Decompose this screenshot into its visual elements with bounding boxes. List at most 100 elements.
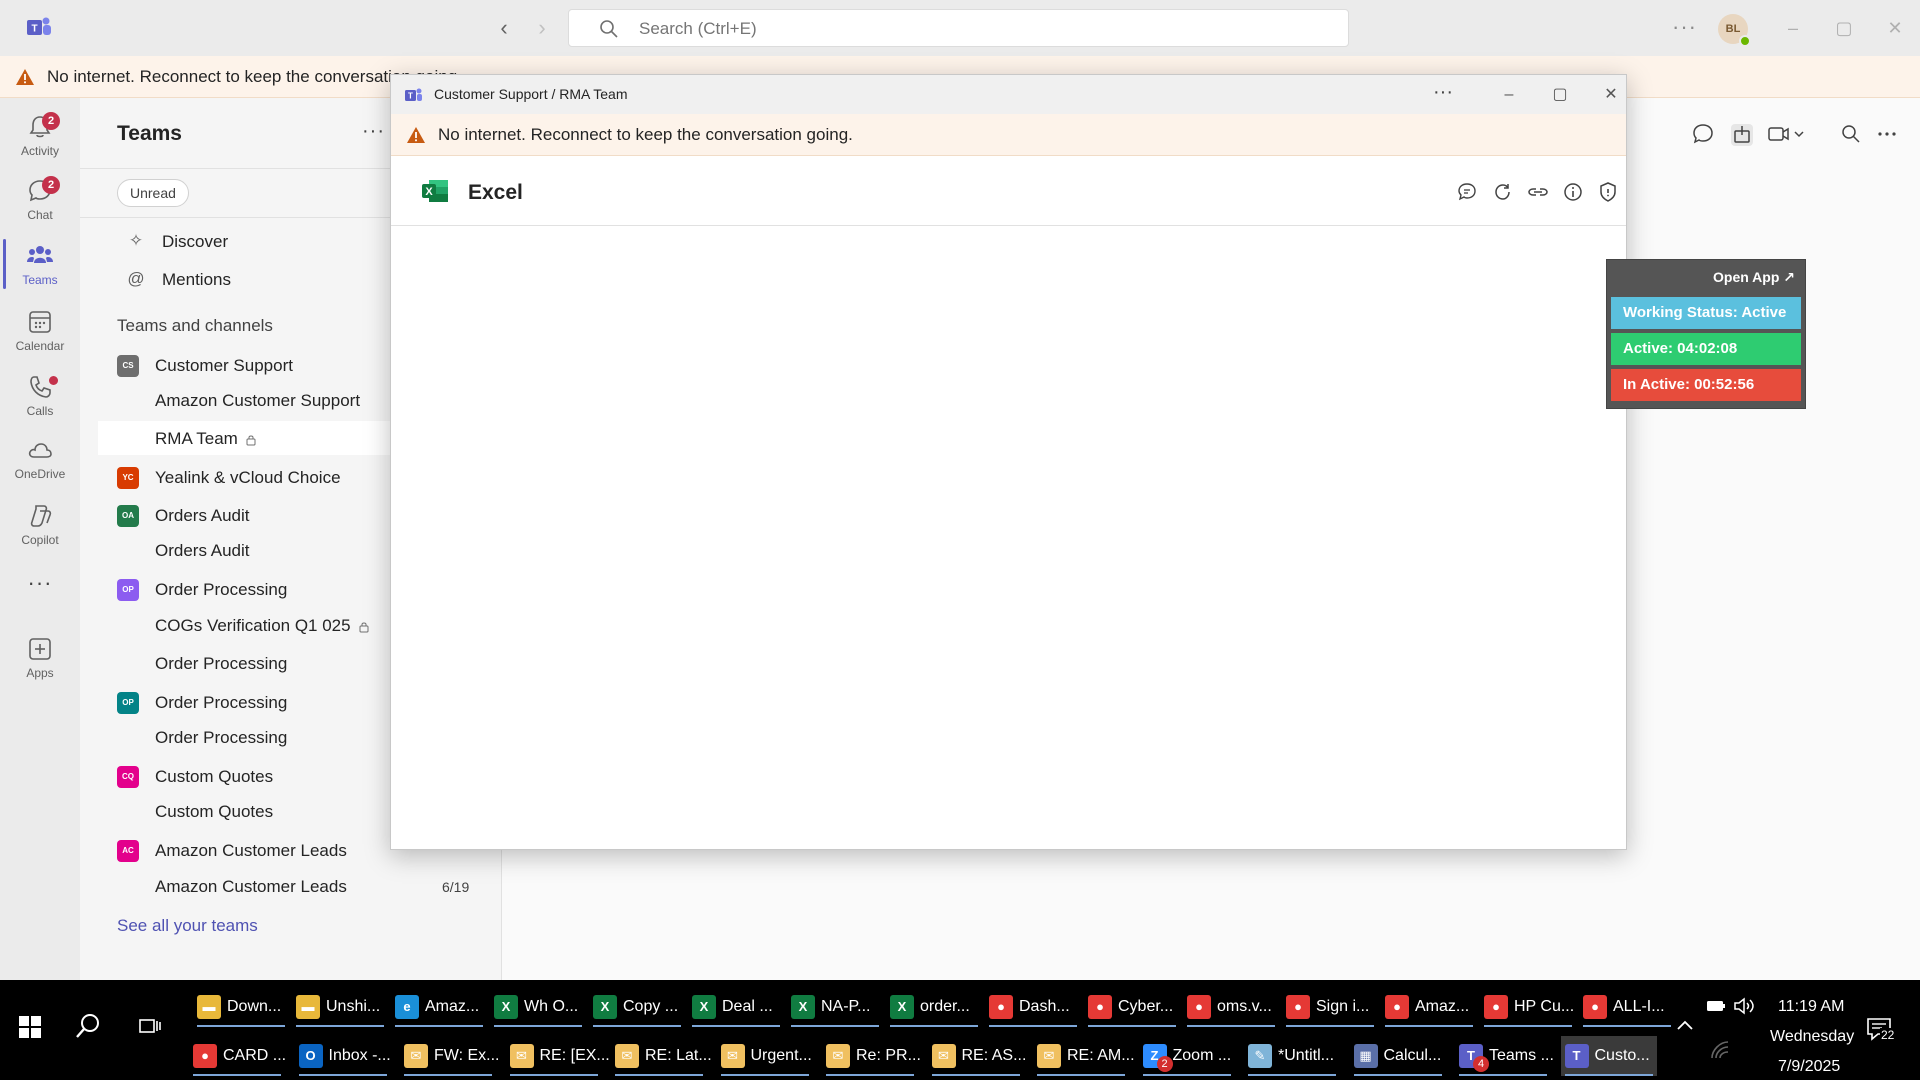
search-input[interactable] xyxy=(639,18,1239,40)
avatar[interactable]: BL xyxy=(1718,14,1751,47)
taskbar-button[interactable]: ✉ RE: AM... xyxy=(1033,1036,1135,1076)
taskbar-button[interactable]: e Amaz... xyxy=(391,987,487,1027)
lock-icon xyxy=(359,622,369,633)
taskbar-button[interactable]: T Custo... xyxy=(1560,1036,1657,1076)
taskbar-button[interactable]: X NA-P... xyxy=(787,987,883,1027)
more-options-icon[interactable] xyxy=(1874,121,1900,147)
folder-icon: ▬ xyxy=(197,995,221,1019)
taskbar-button[interactable]: Z 2 Zoom ... xyxy=(1139,1036,1235,1076)
channel-item[interactable]: Amazon Customer Leads 6/19 xyxy=(80,869,502,903)
team-name: Amazon Customer Leads xyxy=(155,841,347,860)
shield-icon[interactable] xyxy=(1597,181,1619,203)
rail-item-calendar[interactable]: Calendar xyxy=(0,301,80,361)
team-avatar: CQ xyxy=(117,766,139,788)
chat-icon[interactable] xyxy=(1690,121,1716,147)
edge-icon: e xyxy=(395,995,419,1019)
channel-name: Orders Audit xyxy=(155,541,250,560)
clock-time[interactable]: 11:19 AM xyxy=(1778,998,1844,1016)
share-tray-icon[interactable] xyxy=(1728,121,1754,147)
teams-icon xyxy=(27,246,53,263)
taskbar-button[interactable]: T 4 Teams ... xyxy=(1455,1036,1554,1076)
excel-icon: X xyxy=(791,995,815,1019)
teams-logo-icon: T xyxy=(27,17,51,35)
taskbar-button[interactable]: ✉ Urgent... xyxy=(717,1036,813,1076)
taskbar-button[interactable]: ▬ Unshi... xyxy=(292,987,388,1027)
rail-item-copilot[interactable]: Copilot xyxy=(0,495,80,555)
search-icon[interactable] xyxy=(74,1012,102,1040)
popout-close-button[interactable]: ✕ xyxy=(1599,83,1623,107)
chat-icon[interactable] xyxy=(1456,181,1478,203)
taskbar-button[interactable]: ● Dash... xyxy=(985,987,1081,1027)
search-icon[interactable] xyxy=(1838,121,1864,147)
maximize-button[interactable]: ▢ xyxy=(1829,14,1859,42)
rail-item-more[interactable]: ··· xyxy=(0,568,80,608)
taskbar-button[interactable]: X Deal ... xyxy=(688,987,784,1027)
excel-icon: X xyxy=(494,995,518,1019)
settings-more-button[interactable]: ··· xyxy=(1672,14,1697,40)
rail-item-apps[interactable]: Apps xyxy=(0,628,80,688)
taskbar-button[interactable]: ▬ Down... xyxy=(193,987,289,1027)
open-app-button[interactable]: Open App ↗ xyxy=(1713,269,1795,286)
panel-title: Teams xyxy=(117,122,182,145)
clock-day[interactable]: Wednesday xyxy=(1770,1028,1854,1046)
forward-arrow-icon[interactable]: › xyxy=(530,16,554,40)
clock-date[interactable]: 7/9/2025 xyxy=(1778,1058,1840,1076)
search-box[interactable] xyxy=(568,9,1349,47)
offline-banner: No internet. Reconnect to keep the conve… xyxy=(391,114,1626,156)
team-avatar: AC xyxy=(117,840,139,862)
avatar-initials: BL xyxy=(1725,23,1741,35)
volume-icon[interactable] xyxy=(1732,994,1758,1018)
see-all-teams-link[interactable]: See all your teams xyxy=(117,916,258,936)
close-button[interactable]: ✕ xyxy=(1880,14,1910,42)
popout-maximize-button[interactable]: ▢ xyxy=(1548,83,1572,107)
taskbar-button[interactable]: ✉ RE: [EX... xyxy=(506,1036,610,1076)
taskbar-button[interactable]: ● Sign i... xyxy=(1282,987,1378,1027)
rail-label: Teams xyxy=(22,273,58,287)
taskbar: ▬ Down... ▬ Unshi... e Amaz... X Wh O... X Copy .… xyxy=(0,980,1920,1080)
rail-item-onedrive[interactable]: OneDrive xyxy=(0,429,80,489)
video-call-icon[interactable] xyxy=(1766,121,1806,147)
taskbar-button[interactable]: ✉ Re: PR... xyxy=(822,1036,921,1076)
mentions-label: Mentions xyxy=(162,270,231,289)
taskbar-button[interactable]: ✉ RE: Lat... xyxy=(611,1036,712,1076)
taskbar-button[interactable]: ✉ RE: AS... xyxy=(928,1036,1026,1076)
taskbar-button-label: Wh O... xyxy=(524,998,579,1015)
taskbar-button[interactable]: ● ALL-I... xyxy=(1579,987,1675,1027)
wifi-icon[interactable] xyxy=(1708,1038,1732,1062)
popout-more-button[interactable]: ··· xyxy=(1433,81,1453,104)
sparkle-icon: ✧ xyxy=(128,231,144,250)
rail-item-teams[interactable]: Teams xyxy=(0,235,80,295)
taskbar-button[interactable]: ● CARD ... xyxy=(189,1036,286,1076)
unread-filter-chip[interactable]: Unread xyxy=(117,179,189,207)
taskbar-button[interactable]: ● Amaz... xyxy=(1381,987,1477,1027)
refresh-icon[interactable] xyxy=(1492,181,1514,203)
rail-item-chat[interactable]: 2 Chat xyxy=(0,170,80,230)
rail-item-activity[interactable]: 2 Activity xyxy=(0,106,80,166)
folder-icon: ▬ xyxy=(296,995,320,1019)
taskbar-button-label: NA-P... xyxy=(821,998,871,1015)
team-name: Custom Quotes xyxy=(155,767,274,786)
panel-more-button[interactable]: ··· xyxy=(362,120,385,143)
taskbar-button[interactable]: X Copy ... xyxy=(589,987,685,1027)
windows-start-icon[interactable] xyxy=(18,1015,42,1039)
taskbar-button[interactable]: ● HP Cu... xyxy=(1480,987,1576,1027)
taskbar-button[interactable]: X Wh O... xyxy=(490,987,586,1027)
taskbar-button[interactable]: ● oms.v... xyxy=(1183,987,1279,1027)
popout-minimize-button[interactable]: – xyxy=(1497,83,1521,107)
rail-item-calls[interactable]: Calls xyxy=(0,366,80,426)
taskbar-button-label: Re: PR... xyxy=(856,1047,921,1064)
info-icon[interactable] xyxy=(1562,181,1584,203)
rail-label: Copilot xyxy=(21,533,59,547)
task-view-icon[interactable] xyxy=(136,1012,164,1040)
taskbar-button[interactable]: ✎ *Untitl... xyxy=(1244,1036,1340,1076)
chevron-up-icon[interactable] xyxy=(1672,1012,1698,1040)
taskbar-button[interactable]: ▦ Calcul... xyxy=(1350,1036,1446,1076)
taskbar-button[interactable]: ✉ FW: Ex... xyxy=(400,1036,499,1076)
battery-icon[interactable] xyxy=(1704,994,1728,1018)
minimize-button[interactable]: – xyxy=(1778,14,1808,42)
taskbar-button[interactable]: Xorder... xyxy=(886,987,982,1027)
taskbar-button[interactable]: ● Cyber... xyxy=(1084,987,1180,1027)
taskbar-button[interactable]: O Inbox -... xyxy=(295,1036,391,1076)
back-arrow-icon[interactable]: ‹ xyxy=(492,16,516,40)
link-icon[interactable] xyxy=(1527,181,1549,203)
